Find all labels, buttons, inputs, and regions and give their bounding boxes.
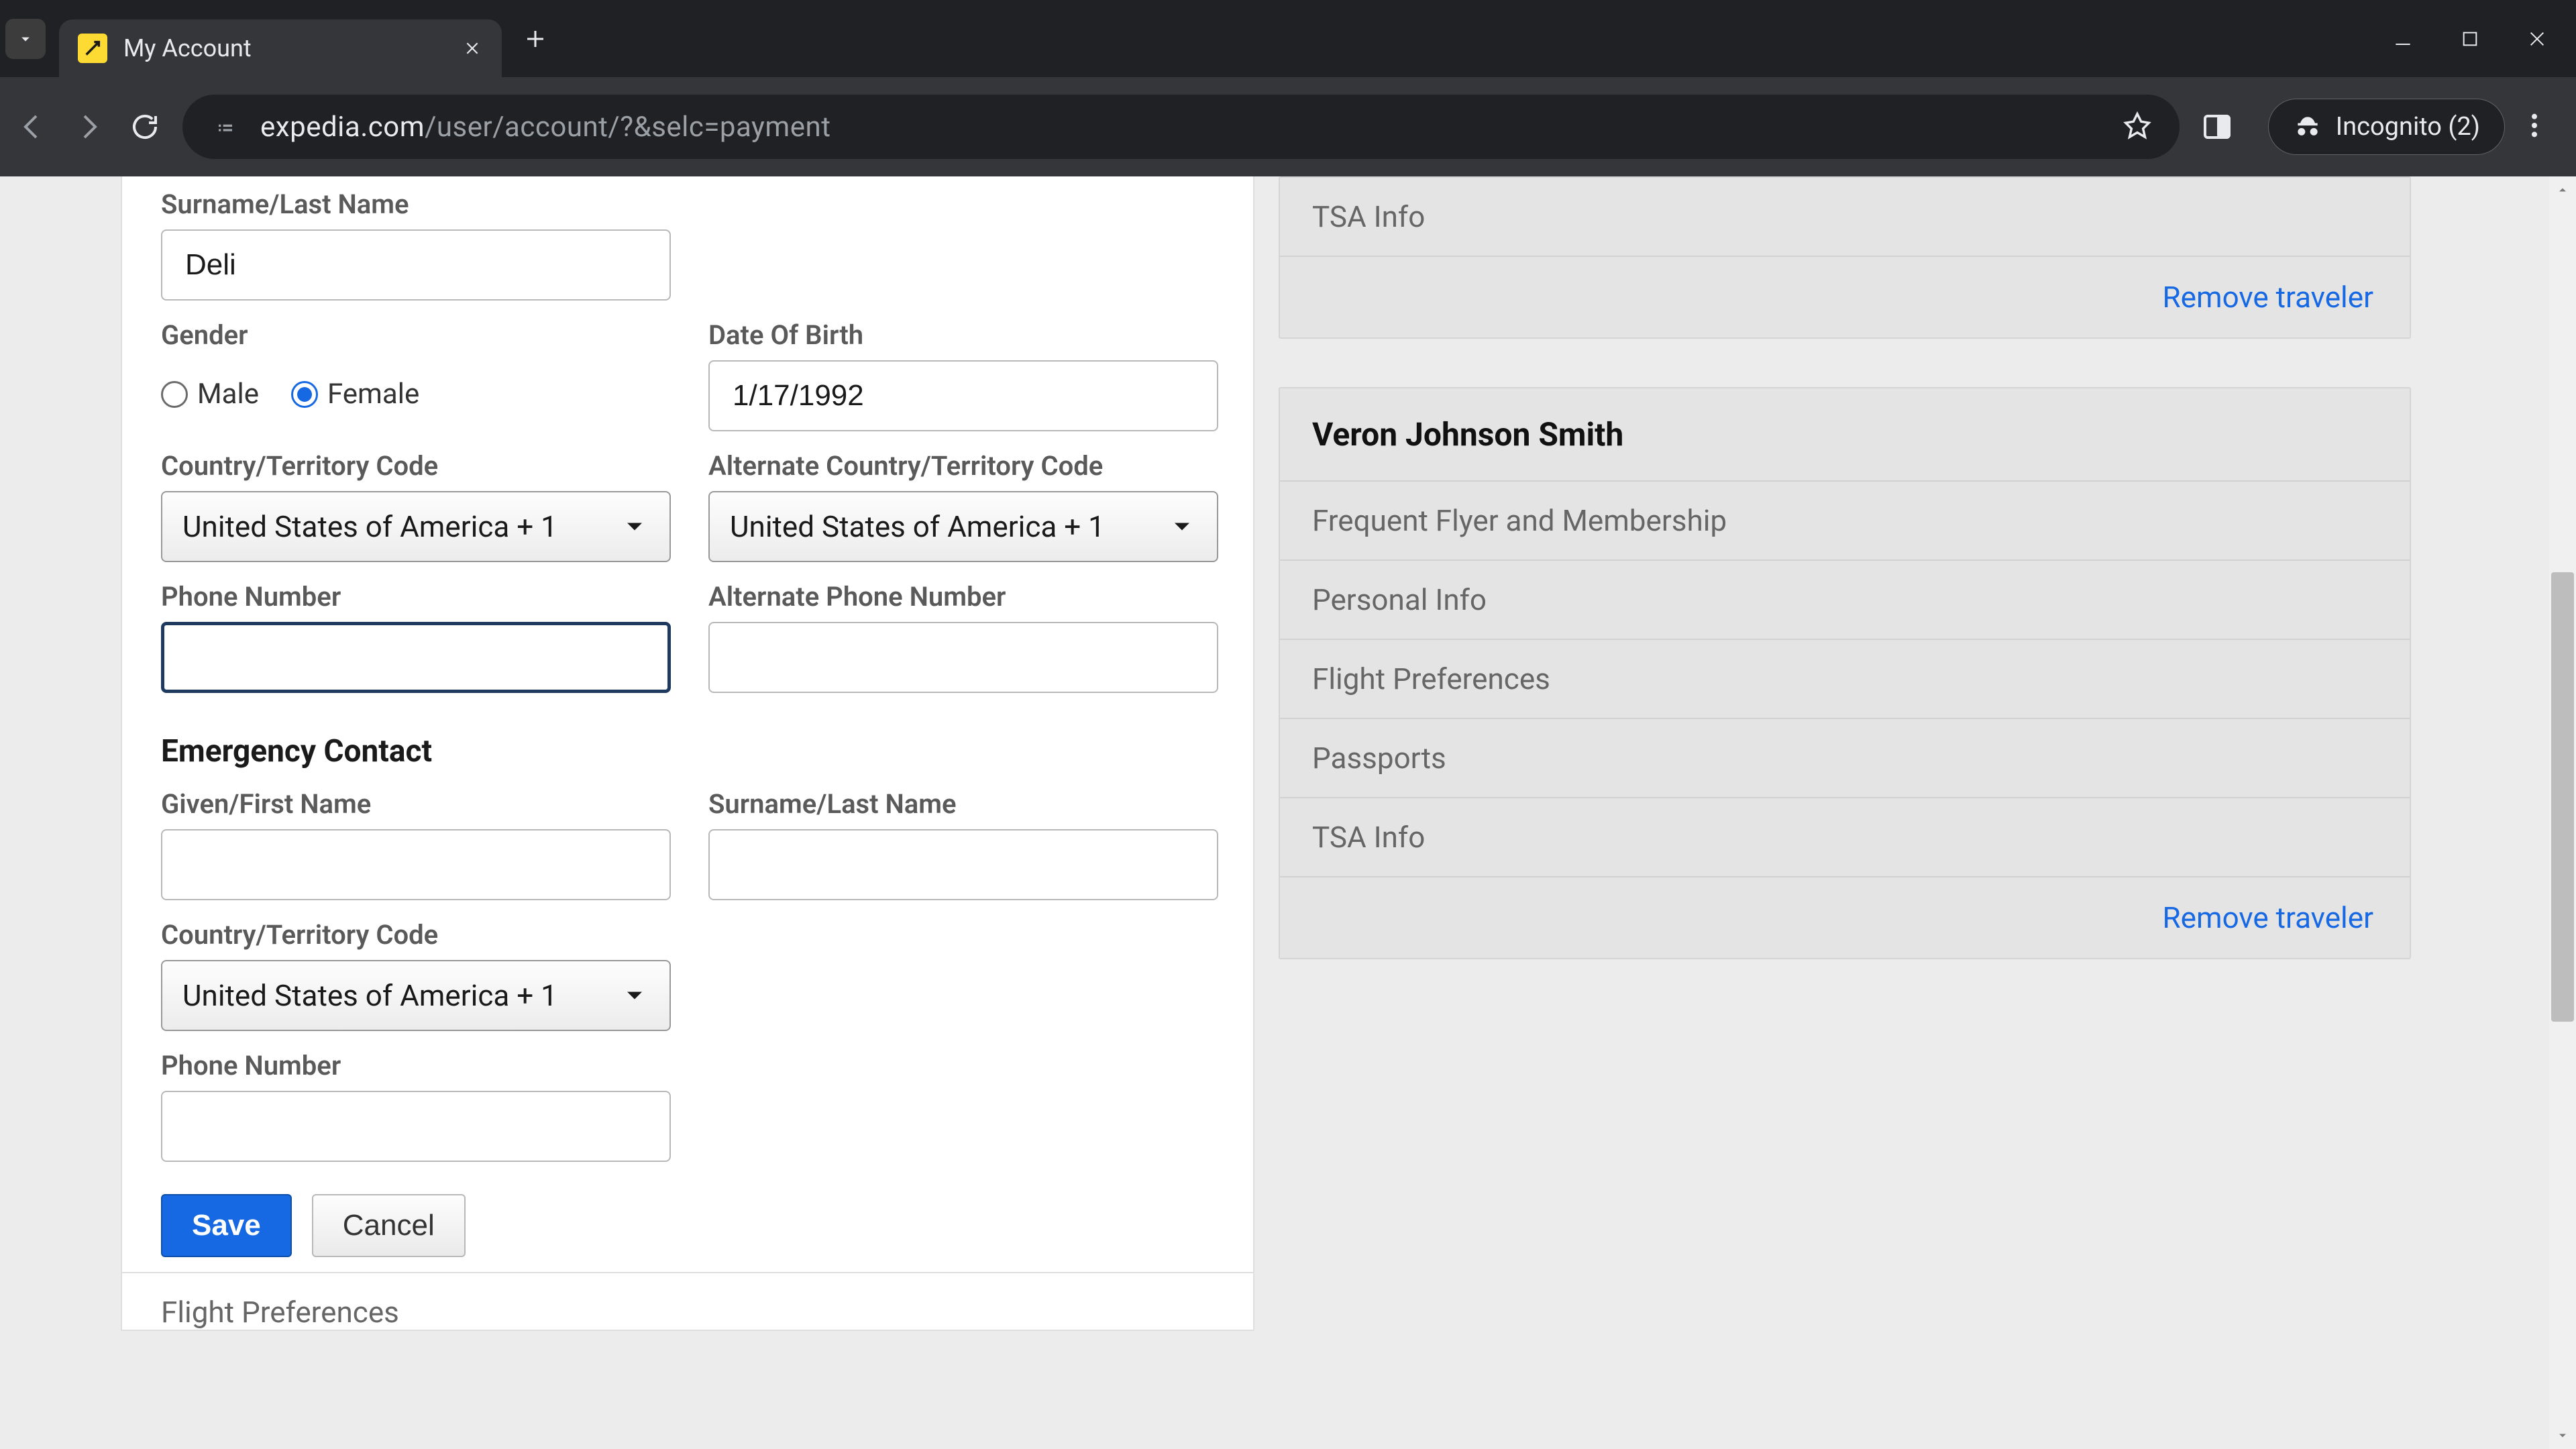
page-viewport: Surname/Last Name Gender Male Female Dat [0,176,2576,1449]
dob-label: Date Of Birth [708,319,1218,351]
alt-country-select[interactable]: United States of America + 1 [708,491,1218,562]
surname-input[interactable] [161,229,671,301]
surname-label: Surname/Last Name [161,189,1214,220]
gender-label: Gender [161,319,671,351]
tab-close-button[interactable] [462,38,483,59]
alt-phone-input[interactable] [708,622,1218,693]
traveler1-remove-link[interactable]: Remove traveler [2163,280,2373,315]
tab-title: My Account [123,34,445,62]
scrollbar-thumb[interactable] [2551,572,2574,1022]
emergency-country-label: Country/Territory Code [161,919,1214,951]
vertical-scrollbar[interactable] [2549,176,2576,1449]
browser-tab[interactable]: My Account [59,19,502,77]
emergency-phone-label: Phone Number [161,1050,1214,1081]
emergency-phone-input[interactable] [161,1091,671,1162]
gender-female-label: Female [327,378,419,411]
flight-preferences-accordion[interactable]: Flight Preferences [122,1272,1253,1330]
gender-female-radio[interactable]: Female [291,378,419,411]
url-text: expedia.com/user/account/?&selc=payment [260,111,830,144]
scroll-up-arrow-icon[interactable] [2549,176,2576,203]
browser-tab-strip: My Account [0,0,2576,77]
window-close-button[interactable] [2524,25,2551,52]
window-controls [2390,25,2571,52]
country-value: United States of America + 1 [182,509,557,544]
emergency-country-select[interactable]: United States of America + 1 [161,960,671,1031]
dob-input[interactable] [708,360,1218,431]
phone-label: Phone Number [161,581,671,612]
gender-male-radio[interactable]: Male [161,378,259,411]
bookmark-star-icon[interactable] [2122,110,2153,144]
chevron-down-icon [620,981,649,1010]
emergency-contact-header: Emergency Contact [161,733,1214,769]
traveler2-name: Veron Johnson Smith [1280,388,2410,482]
browser-toolbar: expedia.com/user/account/?&selc=payment … [0,77,2576,176]
traveler2-passports-row[interactable]: Passports [1280,719,2410,798]
save-button[interactable]: Save [161,1194,292,1257]
emergency-first-input[interactable] [161,829,671,900]
back-button[interactable] [13,108,51,146]
personal-info-form: Surname/Last Name Gender Male Female Dat [121,176,1254,1331]
site-info-icon[interactable] [209,111,241,143]
phone-input[interactable] [161,622,671,693]
country-select[interactable]: United States of America + 1 [161,491,671,562]
country-label: Country/Territory Code [161,450,671,482]
traveler1-tsa-row[interactable]: TSA Info [1280,178,2410,257]
chevron-down-icon [1167,512,1197,541]
alt-phone-label: Alternate Phone Number [708,581,1218,612]
traveler-card-1: TSA Info Remove traveler [1279,176,2411,339]
radio-checked-icon [291,381,318,408]
traveler2-flight-row[interactable]: Flight Preferences [1280,640,2410,719]
reload-button[interactable] [126,108,164,146]
expedia-favicon-icon [78,34,107,63]
forward-button[interactable] [70,108,107,146]
url-path: /user/account/?&selc=payment [425,111,830,144]
alt-country-value: United States of America + 1 [730,509,1105,544]
url-host: expedia.com [260,111,425,144]
browser-menu-button[interactable] [2530,112,2563,142]
cancel-button[interactable]: Cancel [312,1194,466,1257]
emergency-first-label: Given/First Name [161,788,671,820]
traveler2-tsa-row[interactable]: TSA Info [1280,798,2410,877]
gender-male-label: Male [197,378,259,411]
emergency-last-label: Surname/Last Name [708,788,1218,820]
alt-country-label: Alternate Country/Territory Code [708,450,1218,482]
additional-travelers: TSA Info Remove traveler Veron Johnson S… [1279,176,2411,1008]
chevron-down-icon [620,512,649,541]
traveler-card-2: Veron Johnson Smith Frequent Flyer and M… [1279,387,2411,959]
incognito-indicator[interactable]: Incognito (2) [2268,99,2505,155]
window-maximize-button[interactable] [2457,25,2483,52]
traveler2-freq-row[interactable]: Frequent Flyer and Membership [1280,482,2410,561]
traveler2-remove-link[interactable]: Remove traveler [2163,900,2373,935]
emergency-country-value: United States of America + 1 [182,978,557,1013]
incognito-label: Incognito (2) [2336,112,2480,142]
new-tab-button[interactable] [515,19,555,59]
tabs-dropdown-button[interactable] [5,19,46,59]
window-minimize-button[interactable] [2390,25,2416,52]
traveler2-personal-row[interactable]: Personal Info [1280,561,2410,640]
radio-unchecked-icon [161,381,188,408]
side-panel-icon[interactable] [2198,108,2236,146]
address-bar[interactable]: expedia.com/user/account/?&selc=payment [182,95,2180,159]
emergency-last-input[interactable] [708,829,1218,900]
scroll-down-arrow-icon[interactable] [2549,1422,2576,1449]
